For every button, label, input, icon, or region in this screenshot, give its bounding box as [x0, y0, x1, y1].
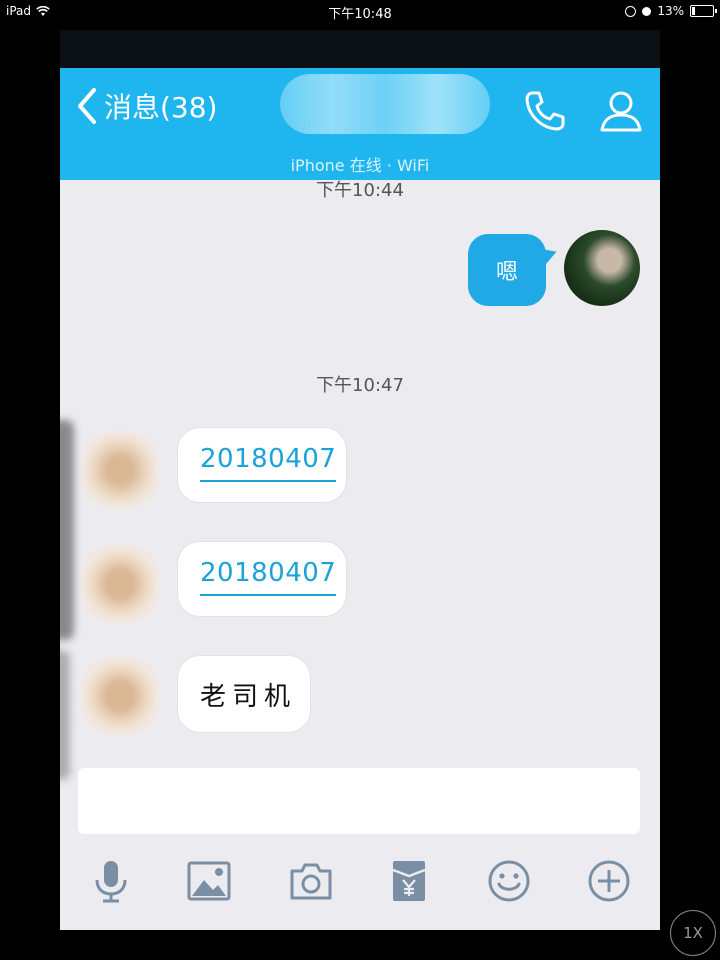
timestamp: 下午10:47: [316, 375, 404, 396]
microphone-icon[interactable]: [88, 858, 134, 904]
back-label: 消息(38): [104, 91, 218, 124]
message-text: 老司机: [200, 682, 297, 712]
contact-status: iPhone 在线 · WiFi: [290, 156, 430, 175]
my-avatar[interactable]: [564, 230, 640, 306]
incoming-message-bubble[interactable]: 20180407: [178, 428, 346, 502]
status-bar: iPad 下午10:48 13%: [0, 0, 720, 22]
chat-screen: 消息(38) iPhone 在线 · WiFi 下午10:44 嗯 下午10:4…: [60, 30, 660, 930]
edge-shadow: [60, 650, 70, 780]
contact-profile-icon[interactable]: [598, 88, 644, 134]
outgoing-message-bubble[interactable]: 嗯: [468, 234, 546, 306]
message-input[interactable]: [78, 768, 640, 834]
red-packet-icon[interactable]: [386, 858, 432, 904]
incoming-message-bubble[interactable]: 20180407: [178, 542, 346, 616]
back-button[interactable]: 消息(38): [74, 86, 217, 126]
battery-icon: [690, 5, 717, 17]
status-time: 下午10:48: [328, 7, 392, 22]
camera-icon[interactable]: [288, 858, 334, 904]
input-toolbar: [60, 848, 660, 920]
incoming-message-bubble[interactable]: 老司机: [178, 656, 310, 732]
message-text: 嗯: [495, 260, 518, 285]
message-link-text[interactable]: 20180407: [200, 558, 337, 596]
edge-shadow: [60, 420, 74, 640]
top-black-bar: [60, 30, 660, 68]
alarm-icon: [642, 6, 652, 16]
message-link-text[interactable]: 20180407: [200, 444, 337, 482]
rotation-lock-icon: [625, 5, 637, 17]
plus-icon[interactable]: [586, 858, 632, 904]
chat-header: 消息(38) iPhone 在线 · WiFi: [60, 68, 660, 180]
phone-call-icon[interactable]: [522, 88, 568, 134]
contact-name-blurred: [280, 74, 490, 134]
emoji-icon[interactable]: [486, 858, 532, 904]
status-right: 13%: [625, 4, 717, 18]
contact-avatar[interactable]: [82, 432, 158, 508]
timestamp: 下午10:44: [316, 180, 404, 201]
battery-percent: 13%: [657, 4, 684, 18]
zoom-button[interactable]: 1X: [670, 910, 716, 956]
chevron-left-icon: [78, 88, 96, 124]
contact-avatar[interactable]: [82, 658, 158, 734]
image-icon[interactable]: [186, 858, 232, 904]
contact-avatar[interactable]: [82, 546, 158, 622]
